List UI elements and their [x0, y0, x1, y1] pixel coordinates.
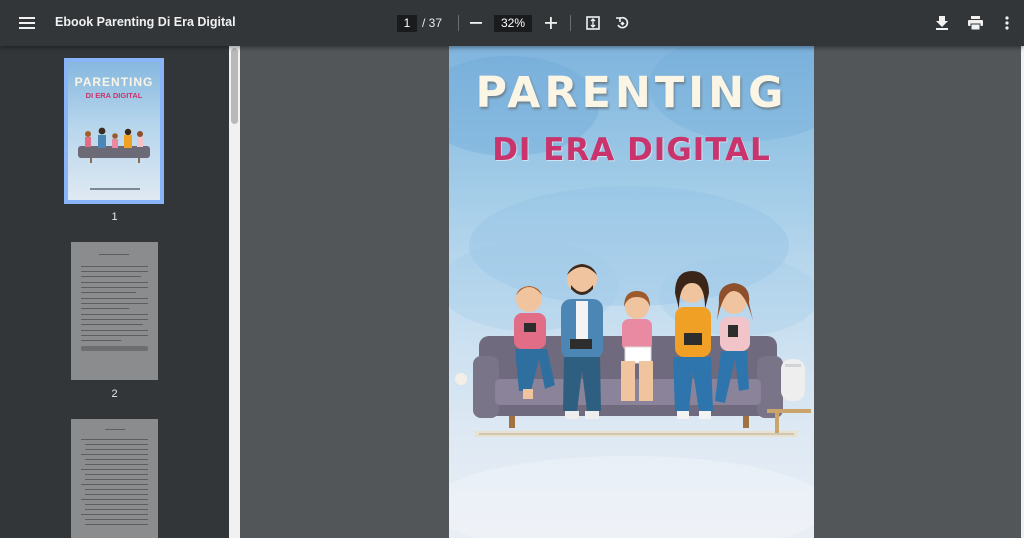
- family-on-sofa-illustration: [455, 264, 811, 437]
- download-button[interactable]: [928, 9, 956, 37]
- toolbar-divider: [458, 15, 459, 31]
- page-number-input[interactable]: 1: [397, 15, 417, 32]
- zoom-level-input[interactable]: 32%: [494, 15, 532, 32]
- hamburger-menu-icon[interactable]: [13, 9, 41, 37]
- rotate-counterclockwise-icon: [615, 16, 628, 28]
- thumbnail-page-3[interactable]: [71, 419, 158, 538]
- thumbnail-footer-line: [90, 188, 140, 190]
- more-options-button[interactable]: [993, 9, 1021, 37]
- pdf-toolbar: Ebook Parenting Di Era Digital 1 / 37 32…: [0, 0, 1024, 46]
- thumbnail-title: PARENTING: [74, 75, 154, 89]
- page-total: / 37: [422, 16, 443, 30]
- fit-to-page-button[interactable]: [579, 9, 607, 37]
- thumbnail-subtitle: DI ERA DIGITAL: [85, 91, 143, 100]
- fit-to-page-icon: [586, 16, 600, 30]
- thumbnail-number: 1: [111, 211, 118, 223]
- thumbnail-family-illustration: [78, 127, 150, 163]
- rotate-button[interactable]: [608, 9, 636, 37]
- print-icon: [967, 16, 983, 30]
- more-vertical-icon: [1005, 16, 1009, 30]
- zoom-in-button[interactable]: [537, 9, 565, 37]
- sidebar-scrollbar-thumb[interactable]: [231, 48, 238, 124]
- zoom-out-button[interactable]: [462, 9, 490, 37]
- print-button[interactable]: [961, 9, 989, 37]
- minus-icon: [470, 22, 482, 24]
- thumbnail-sidebar: PARENTING DI ERA DIGITAL 1 2: [0, 46, 229, 538]
- pdf-page-cover: PARENTING DI ERA DIGITAL: [449, 46, 814, 538]
- document-title: Ebook Parenting Di Era Digital: [55, 15, 236, 29]
- toolbar-divider: [570, 15, 571, 31]
- pdf-viewer: PARENTING DI ERA DIGITAL: [240, 46, 1024, 538]
- cover-subtitle: DI ERA DIGITAL: [492, 132, 771, 168]
- thumbnail-page-2[interactable]: [71, 242, 158, 380]
- download-icon: [936, 16, 948, 30]
- thumbnail-number: 2: [111, 388, 118, 400]
- thumbnail-page-1[interactable]: PARENTING DI ERA DIGITAL: [68, 62, 160, 200]
- sidebar-scrollbar[interactable]: [229, 46, 240, 538]
- plus-icon: [545, 17, 557, 29]
- cover-title: PARENTING: [475, 68, 788, 118]
